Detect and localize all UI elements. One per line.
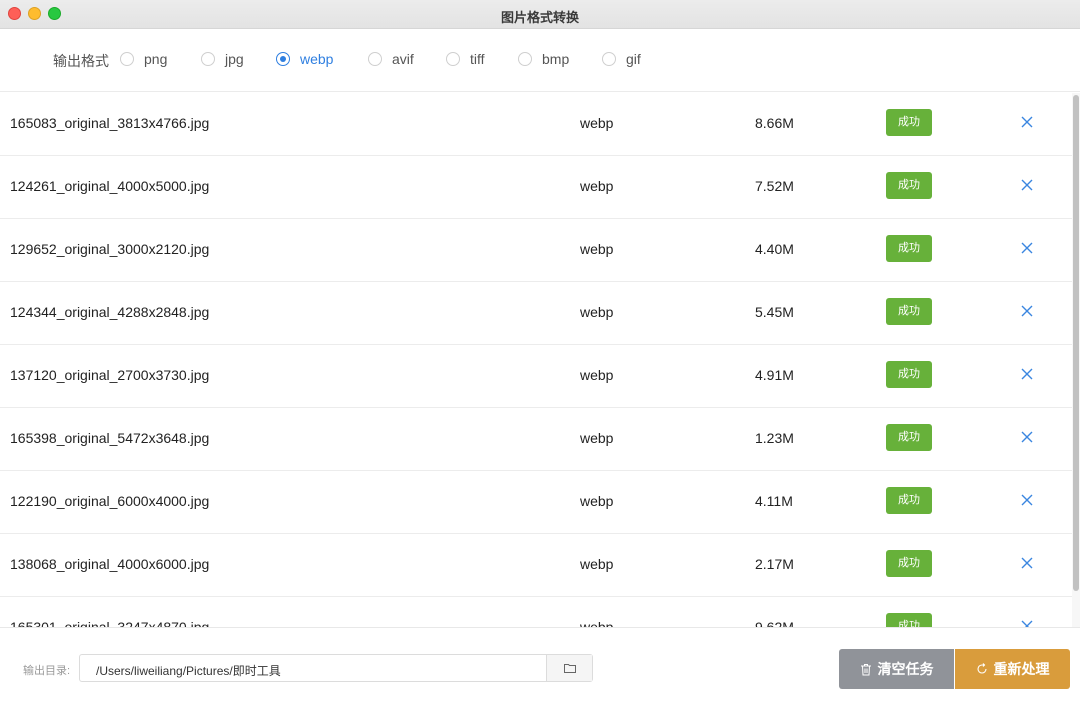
output-format-label: 输出格式 <box>53 53 109 69</box>
close-icon[interactable] <box>1020 241 1034 255</box>
file-row: 138068_original_4000x6000.jpg webp 2.17M… <box>0 534 1072 597</box>
window-title: 图片格式转换 <box>500 10 579 25</box>
format-option-gif[interactable]: gif <box>602 51 641 67</box>
app-window: 图片格式转换 输出格式 png jpg webp avif tiff bmp g… <box>0 0 1080 708</box>
status-badge: 成功 <box>886 361 932 388</box>
file-row: 165083_original_3813x4766.jpg webp 8.66M… <box>0 93 1072 156</box>
file-format: webp <box>580 556 614 572</box>
file-row: 122190_original_6000x4000.jpg webp 4.11M… <box>0 471 1072 534</box>
file-size: 4.91M <box>755 367 794 383</box>
file-format: webp <box>580 178 614 194</box>
scrollbar-thumb[interactable] <box>1073 95 1079 591</box>
trash-icon <box>860 663 871 675</box>
file-format: webp <box>580 304 614 320</box>
format-option-tiff[interactable]: tiff <box>446 51 485 67</box>
file-name: 165398_original_5472x3648.jpg <box>10 430 210 446</box>
file-row: 137120_original_2700x3730.jpg webp 4.91M… <box>0 345 1072 408</box>
file-format: webp <box>580 115 614 131</box>
refresh-icon <box>976 663 987 674</box>
radio-circle[interactable] <box>276 52 290 66</box>
file-format: webp <box>580 430 614 446</box>
file-list-scrollbar[interactable] <box>1072 93 1080 627</box>
file-size: 7.52M <box>755 178 794 194</box>
file-size: 2.17M <box>755 556 794 572</box>
status-badge: 成功 <box>886 298 932 325</box>
radio-circle[interactable] <box>201 52 215 66</box>
radio-circle[interactable] <box>368 52 382 66</box>
file-size: 5.45M <box>755 304 794 320</box>
status-badge: 成功 <box>886 172 932 199</box>
file-name: 124344_original_4288x2848.jpg <box>10 304 210 320</box>
file-row: 129652_original_3000x2120.jpg webp 4.40M… <box>0 219 1072 282</box>
close-icon[interactable] <box>1020 304 1034 318</box>
close-icon[interactable] <box>1020 178 1034 192</box>
title-bar: 图片格式转换 <box>0 0 1080 29</box>
format-option-webp[interactable]: webp <box>276 51 333 67</box>
status-badge: 成功 <box>886 235 932 262</box>
file-format: webp <box>580 367 614 383</box>
file-row: 124344_original_4288x2848.jpg webp 5.45M… <box>0 282 1072 345</box>
format-option-label: webp <box>300 51 334 67</box>
format-option-jpg[interactable]: jpg <box>201 51 244 67</box>
file-row: 124261_original_4000x5000.jpg webp 7.52M… <box>0 156 1072 219</box>
close-icon[interactable] <box>1020 493 1034 507</box>
radio-circle[interactable] <box>446 52 460 66</box>
format-option-png[interactable]: png <box>120 51 167 67</box>
file-name: 165301_original_3247x4870.jpg <box>10 619 210 627</box>
file-name: 165083_original_3813x4766.jpg <box>10 115 210 131</box>
clear-tasks-label: 清空任务 <box>877 661 934 677</box>
file-size: 9.62M <box>755 619 794 627</box>
format-option-label: png <box>144 51 168 67</box>
radio-circle[interactable] <box>120 52 134 66</box>
file-name: 138068_original_4000x6000.jpg <box>10 556 210 572</box>
status-badge: 成功 <box>886 424 932 451</box>
format-option-label: tiff <box>470 51 485 67</box>
output-format-bar: 输出格式 png jpg webp avif tiff bmp gif <box>0 30 1080 92</box>
output-dir-path: /Users/liweiliang/Pictures/即时工具 <box>96 664 281 678</box>
reprocess-button[interactable]: 重新处理 <box>955 649 1070 689</box>
status-badge: 成功 <box>886 487 932 514</box>
radio-circle[interactable] <box>602 52 616 66</box>
browse-folder-button[interactable] <box>546 655 592 681</box>
file-size: 4.11M <box>755 493 793 509</box>
output-dir-label: 输出目录: <box>23 665 71 677</box>
radio-circle[interactable] <box>518 52 532 66</box>
format-option-label: jpg <box>225 51 244 67</box>
status-badge: 成功 <box>886 550 932 577</box>
file-row: 165301_original_3247x4870.jpg webp 9.62M… <box>0 597 1072 627</box>
close-icon[interactable] <box>1020 367 1034 381</box>
folder-icon <box>563 664 576 673</box>
status-badge: 成功 <box>886 109 932 136</box>
format-option-avif[interactable]: avif <box>368 51 414 67</box>
file-name: 137120_original_2700x3730.jpg <box>10 367 210 383</box>
file-size: 4.40M <box>755 241 794 257</box>
close-icon[interactable] <box>1020 430 1034 444</box>
close-icon[interactable] <box>1020 556 1034 570</box>
footer-bar: 输出目录: /Users/liweiliang/Pictures/即时工具 清空… <box>0 627 1080 708</box>
file-size: 1.23M <box>755 430 794 446</box>
format-option-label: bmp <box>542 51 570 67</box>
file-name: 124261_original_4000x5000.jpg <box>10 178 210 194</box>
reprocess-label: 重新处理 <box>993 661 1050 677</box>
status-badge: 成功 <box>886 613 932 627</box>
file-format: webp <box>580 241 614 257</box>
format-option-label: gif <box>626 51 641 67</box>
close-icon[interactable] <box>1020 619 1034 627</box>
file-format: webp <box>580 619 614 627</box>
file-name: 122190_original_6000x4000.jpg <box>10 493 210 509</box>
clear-tasks-button[interactable]: 清空任务 <box>839 649 954 689</box>
close-icon[interactable] <box>1020 115 1034 129</box>
format-option-bmp[interactable]: bmp <box>518 51 569 67</box>
format-option-label: avif <box>392 51 414 67</box>
file-format: webp <box>580 493 614 509</box>
file-row: 165398_original_5472x3648.jpg webp 1.23M… <box>0 408 1072 471</box>
file-list: 165083_original_3813x4766.jpg webp 8.66M… <box>0 93 1080 627</box>
output-dir-input[interactable]: /Users/liweiliang/Pictures/即时工具 <box>79 654 593 682</box>
file-size: 8.66M <box>755 115 794 131</box>
file-name: 129652_original_3000x2120.jpg <box>10 241 210 257</box>
